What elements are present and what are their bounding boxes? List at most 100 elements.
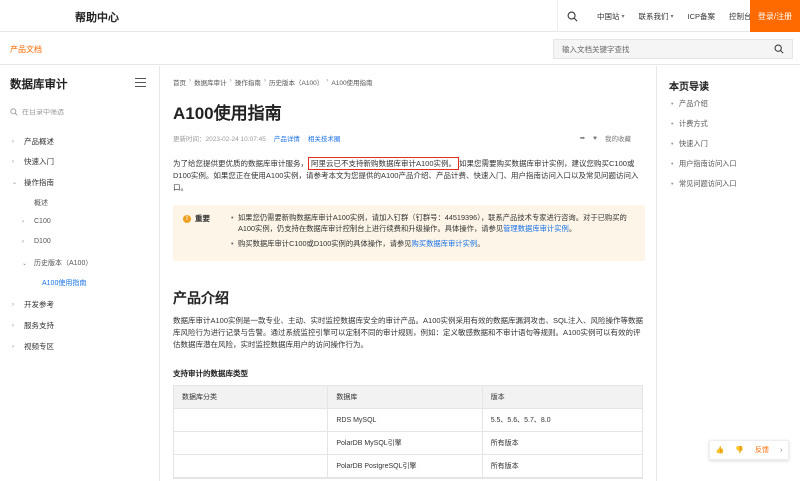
- article-actions: ➦ ♥ 我的收藏: [580, 133, 631, 144]
- section-heading: 产品介绍: [173, 290, 229, 306]
- toc-item[interactable]: 计费方式: [671, 119, 737, 129]
- hamburger-icon[interactable]: [135, 78, 146, 87]
- notice-list: 如果您仍需要新购数据库审计A100实例，请加入钉群（钉群号：44519396），…: [231, 212, 636, 253]
- breadcrumb-item[interactable]: 数据库审计: [194, 77, 227, 87]
- heart-icon[interactable]: ♥: [593, 135, 597, 142]
- info-icon: !: [183, 214, 191, 223]
- table-cell: RDS MySQL: [328, 409, 483, 431]
- search-icon[interactable]: [774, 44, 784, 54]
- thumbs-up-icon[interactable]: 👍: [716, 446, 725, 454]
- sidebar-filter-input[interactable]: [22, 108, 132, 116]
- toc-item[interactable]: 常见问题访问入口: [671, 179, 737, 189]
- toc-item[interactable]: 快速入门: [671, 139, 737, 149]
- toc-item[interactable]: 用户指南访问入口: [671, 159, 737, 169]
- chevron-right-icon: ›: [12, 343, 14, 350]
- sidebar-item-history[interactable]: ⌄ 历史版本（A100）: [22, 258, 92, 268]
- toc-list: 产品介绍 计费方式 快速入门 用户指南访问入口 常见问题访问入口: [671, 99, 737, 199]
- chevron-right-icon: ›: [22, 238, 24, 245]
- chevron-right-icon: ›: [12, 322, 14, 329]
- toc-title: 本页导读: [669, 82, 709, 93]
- sidebar-item-dev-ref[interactable]: › 开发参考: [12, 299, 54, 310]
- sidebar-item-label: 产品概述: [24, 137, 54, 146]
- top-navbar: 帮助中心 中国站 ▾ 联系我们 ▾ ICP备案 控制台 登录/注册: [0, 0, 800, 32]
- sidebar-item-label: 服务支持: [24, 321, 54, 330]
- chevron-down-icon: ▾: [670, 13, 674, 20]
- table-cell: 所有版本: [490, 440, 519, 447]
- chevron-right-icon: ›: [12, 158, 14, 165]
- notice-text: 。: [568, 224, 577, 233]
- buy-instance-link[interactable]: 购买数据库审计实例: [412, 239, 478, 248]
- sidebar-item-overview[interactable]: › 产品概述: [12, 136, 54, 147]
- intro-paragraph: 为了给您提供更优质的数据库审计服务， 阿里云已不支持新购数据库审计A100实例。如…: [173, 157, 645, 194]
- global-search-button[interactable]: [557, 0, 586, 32]
- search-icon: [10, 108, 18, 116]
- updated-time: 更新时间：2023-02-24 10:07:45: [173, 136, 266, 143]
- breadcrumb-item[interactable]: 操作指南: [235, 77, 261, 87]
- intro-text: 为了给您提供更优质的数据库审计服务，: [173, 159, 308, 168]
- doc-sidebar: 数据库审计 › 产品概述 › 快速入门 ⌄ 操作指南 概述 › C100 › D100 ⌄…: [0, 66, 160, 481]
- nav-contact-us[interactable]: 联系我们 ▾: [632, 11, 681, 22]
- table-cell: PolarDB MySQL引擎: [328, 432, 483, 454]
- search-icon: [567, 11, 577, 21]
- product-docs-link[interactable]: 产品文档: [10, 44, 42, 55]
- sidebar-item-label: 快速入门: [24, 157, 54, 166]
- sidebar-filter: [10, 103, 150, 121]
- sidebar-item-label: 开发参考: [24, 300, 54, 309]
- table-header: 数据库: [328, 386, 483, 408]
- nav-label: ICP备案: [687, 11, 716, 21]
- breadcrumb-item[interactable]: 历史版本（A100）: [269, 77, 323, 87]
- product-detail-link[interactable]: 产品详情: [274, 133, 300, 143]
- breadcrumb-item[interactable]: 首页: [173, 77, 186, 87]
- sidebar-item-quickstart[interactable]: › 快速入门: [12, 156, 54, 167]
- sidebar-item-a100-guide[interactable]: A100使用指南: [42, 278, 86, 288]
- sidebar-item-summary[interactable]: 概述: [34, 198, 48, 208]
- nav-label: 控制台: [729, 11, 752, 21]
- table-cell: 所有版本: [490, 463, 519, 470]
- important-notice: ! 重要 如果您仍需要新购数据库审计A100实例，请加入钉群（钉群号：445193…: [173, 205, 645, 261]
- sidebar-item-d100[interactable]: › D100: [22, 238, 51, 245]
- nav-icp[interactable]: ICP备案: [681, 11, 723, 22]
- chevron-down-icon: ⌄: [22, 260, 28, 267]
- feedback-button[interactable]: 反馈: [755, 445, 769, 455]
- sidebar-item-label: 概述: [34, 200, 48, 207]
- chevron-down-icon: ▾: [621, 13, 625, 20]
- share-icon[interactable]: ➦: [580, 134, 585, 142]
- table-row: PolarDB MySQL引擎 所有版本: [174, 432, 642, 455]
- nav-label: 联系我们: [638, 11, 669, 21]
- sidebar-item-support[interactable]: › 服务支持: [12, 320, 54, 331]
- login-register-button[interactable]: 登录/注册: [750, 0, 800, 32]
- notice-label: 重要: [195, 214, 210, 223]
- article-meta: 更新时间：2023-02-24 10:07:45 产品详情 相关技术圈 ➦ ♥ …: [173, 133, 643, 144]
- page-toc: 本页导读 产品介绍 计费方式 快速入门 用户指南访问入口 常见问题访问入口: [656, 66, 800, 481]
- product-docs-bar: 产品文档: [0, 32, 800, 65]
- notice-text: 。: [477, 239, 485, 248]
- breadcrumb-item-current: A100使用指南: [331, 80, 373, 87]
- chevron-right-icon[interactable]: ›: [780, 447, 782, 454]
- table-row: PolarDB PostgreSQL引擎 所有版本: [174, 455, 642, 478]
- table-caption: 支持审计的数据库类型: [173, 369, 248, 378]
- feedback-widget: 👍 👎 反馈 ›: [709, 440, 789, 460]
- table-cell: [174, 409, 329, 431]
- doc-search-input[interactable]: [562, 44, 774, 54]
- thumbs-down-icon[interactable]: 👎: [735, 446, 744, 454]
- help-center-brand[interactable]: 帮助中心: [75, 9, 119, 25]
- notice-tag: ! 重要: [183, 213, 210, 224]
- sidebar-item-label: D100: [34, 238, 51, 245]
- sidebar-item-guide[interactable]: ⌄ 操作指南: [12, 177, 54, 188]
- table-row: RDS MySQL 5.5、5.6、5.7、8.0: [174, 409, 642, 432]
- tech-circle-link[interactable]: 相关技术圈: [308, 133, 341, 143]
- my-favorites-link[interactable]: 我的收藏: [605, 133, 631, 143]
- sidebar-item-label: 视频专区: [24, 342, 54, 351]
- chevron-right-icon: ›: [22, 218, 24, 225]
- notice-text: 购买数据库审计C100或D100实例的具体操作，请参见: [238, 239, 412, 248]
- sidebar-item-label: 操作指南: [24, 178, 54, 187]
- nav-china-site[interactable]: 中国站 ▾: [590, 11, 632, 22]
- article-main: 首页 › 数据库审计 › 操作指南 › 历史版本（A100） › A100使用指南 A1…: [161, 66, 655, 481]
- sidebar-item-c100[interactable]: › C100: [22, 218, 51, 225]
- toc-item[interactable]: 产品介绍: [671, 99, 737, 109]
- sidebar-item-video[interactable]: › 视频专区: [12, 341, 54, 352]
- nav-label: 中国站: [597, 11, 620, 21]
- chevron-right-icon: ›: [12, 138, 14, 145]
- section-paragraph: 数据库审计A100实例是一款专业、主动、实时监控数据库安全的审计产品。A100实…: [173, 316, 644, 349]
- manage-instance-link[interactable]: 管理数据库审计实例: [503, 224, 569, 233]
